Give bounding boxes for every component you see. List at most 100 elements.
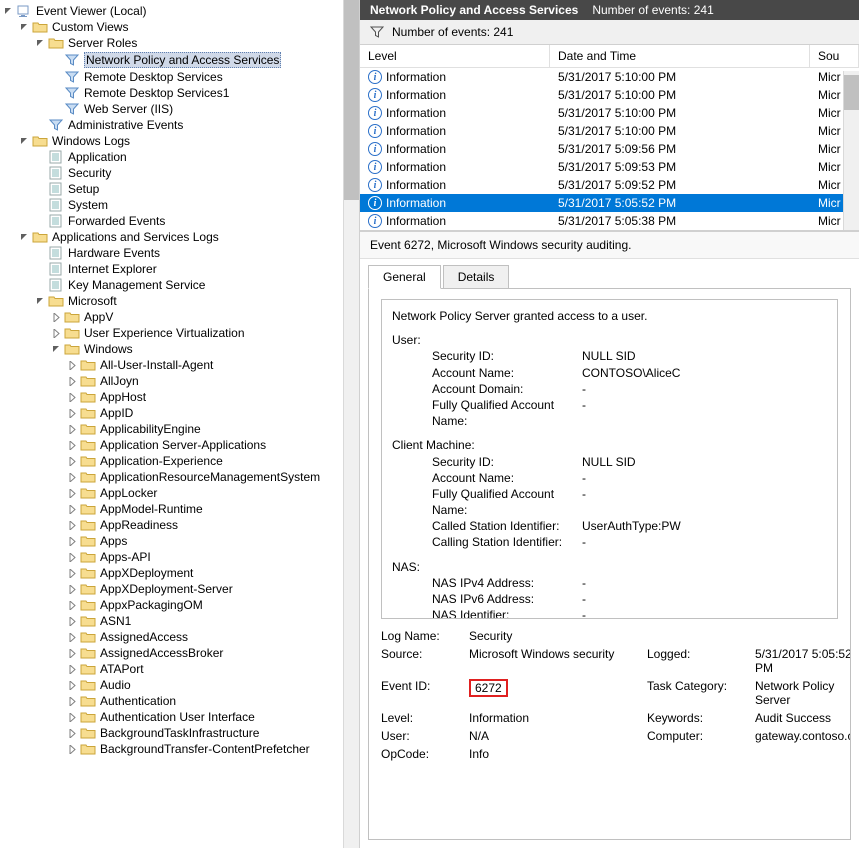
collapse-icon[interactable] — [34, 37, 46, 49]
tree-item[interactable]: Key Management Service — [0, 277, 359, 293]
tree-item[interactable]: Web Server (IIS) — [0, 101, 359, 117]
tree-item[interactable]: Forwarded Events — [0, 213, 359, 229]
event-grid[interactable]: Level Date and Time Sou iInformation5/31… — [360, 45, 859, 231]
expand-icon[interactable] — [66, 647, 78, 659]
tree-item[interactable]: Hardware Events — [0, 245, 359, 261]
column-header-date[interactable]: Date and Time — [550, 45, 810, 67]
tree-item[interactable]: AppV — [0, 309, 359, 325]
tree-item[interactable]: Server Roles — [0, 35, 359, 51]
tree-item[interactable]: AllJoyn — [0, 373, 359, 389]
tree-item[interactable]: BackgroundTransfer-ContentPrefetcher — [0, 741, 359, 757]
scrollbar-thumb[interactable] — [844, 75, 859, 110]
tree-item[interactable]: ApplicationResourceManagementSystem — [0, 469, 359, 485]
tab-details[interactable]: Details — [443, 265, 510, 289]
tab-general[interactable]: General — [368, 265, 441, 289]
expand-icon[interactable] — [66, 615, 78, 627]
tree-item[interactable]: AppModel-Runtime — [0, 501, 359, 517]
event-row[interactable]: iInformation5/31/2017 5:05:38 PMMicr — [360, 212, 859, 230]
scrollbar-thumb[interactable] — [344, 0, 359, 200]
expand-icon[interactable] — [66, 391, 78, 403]
collapse-icon[interactable] — [18, 135, 30, 147]
tree-item[interactable]: AppXDeployment-Server — [0, 581, 359, 597]
collapse-icon[interactable] — [18, 231, 30, 243]
column-header-source[interactable]: Sou — [810, 45, 859, 67]
tree-item[interactable]: Windows — [0, 341, 359, 357]
expand-icon[interactable] — [66, 471, 78, 483]
tree-item[interactable]: BackgroundTaskInfrastructure — [0, 725, 359, 741]
collapse-icon[interactable] — [34, 295, 46, 307]
tree-item[interactable]: Authentication User Interface — [0, 709, 359, 725]
expand-icon[interactable] — [66, 487, 78, 499]
tree-item[interactable]: System — [0, 197, 359, 213]
tree-item[interactable]: Event Viewer (Local) — [0, 3, 359, 19]
navigation-tree[interactable]: Event Viewer (Local)Custom ViewsServer R… — [0, 0, 360, 848]
tree-item[interactable]: Setup — [0, 181, 359, 197]
expand-icon[interactable] — [66, 439, 78, 451]
tree-item[interactable]: Applications and Services Logs — [0, 229, 359, 245]
expand-icon[interactable] — [66, 743, 78, 755]
tree-item[interactable]: Network Policy and Access Services — [0, 51, 359, 69]
column-header-level[interactable]: Level — [360, 45, 550, 67]
tree-item[interactable]: AppID — [0, 405, 359, 421]
tree-item[interactable]: Application — [0, 149, 359, 165]
tree-item[interactable]: Internet Explorer — [0, 261, 359, 277]
expand-icon[interactable] — [66, 663, 78, 675]
tree-item[interactable]: Audio — [0, 677, 359, 693]
tree-item[interactable]: Security — [0, 165, 359, 181]
tree-item[interactable]: ASN1 — [0, 613, 359, 629]
expand-icon[interactable] — [66, 535, 78, 547]
tree-item[interactable]: Apps — [0, 533, 359, 549]
expand-icon[interactable] — [66, 583, 78, 595]
tree-item[interactable]: AppLocker — [0, 485, 359, 501]
event-row[interactable]: iInformation5/31/2017 5:09:52 PMMicr — [360, 176, 859, 194]
tree-item[interactable]: AppXDeployment — [0, 565, 359, 581]
tree-item[interactable]: ApplicabilityEngine — [0, 421, 359, 437]
grid-scrollbar[interactable] — [843, 71, 859, 230]
tree-item[interactable]: ATAPort — [0, 661, 359, 677]
expand-icon[interactable] — [66, 375, 78, 387]
expand-icon[interactable] — [66, 503, 78, 515]
tree-item[interactable]: Remote Desktop Services1 — [0, 85, 359, 101]
tree-item[interactable]: AppxPackagingOM — [0, 597, 359, 613]
event-row[interactable]: iInformation5/31/2017 5:10:00 PMMicr — [360, 122, 859, 140]
collapse-icon[interactable] — [50, 343, 62, 355]
event-row[interactable]: iInformation5/31/2017 5:10:00 PMMicr — [360, 86, 859, 104]
expand-icon[interactable] — [66, 695, 78, 707]
tree-item[interactable]: Application-Experience — [0, 453, 359, 469]
event-row[interactable]: iInformation5/31/2017 5:09:53 PMMicr — [360, 158, 859, 176]
event-row[interactable]: iInformation5/31/2017 5:10:00 PMMicr — [360, 68, 859, 86]
expand-icon[interactable] — [66, 711, 78, 723]
event-row[interactable]: iInformation5/31/2017 5:10:00 PMMicr — [360, 104, 859, 122]
expand-icon[interactable] — [66, 631, 78, 643]
event-row[interactable]: iInformation5/31/2017 5:09:56 PMMicr — [360, 140, 859, 158]
collapse-icon[interactable] — [18, 21, 30, 33]
tree-item[interactable]: Application Server-Applications — [0, 437, 359, 453]
expand-icon[interactable] — [66, 519, 78, 531]
expand-icon[interactable] — [50, 311, 62, 323]
expand-icon[interactable] — [66, 567, 78, 579]
tree-scrollbar[interactable] — [343, 0, 359, 848]
tree-item[interactable]: Authentication — [0, 693, 359, 709]
expand-icon[interactable] — [66, 455, 78, 467]
expand-icon[interactable] — [66, 727, 78, 739]
expand-icon[interactable] — [66, 551, 78, 563]
collapse-icon[interactable] — [2, 5, 14, 17]
expand-icon[interactable] — [66, 599, 78, 611]
tree-item[interactable]: AppHost — [0, 389, 359, 405]
expand-icon[interactable] — [66, 423, 78, 435]
event-row[interactable]: iInformation5/31/2017 5:05:52 PMMicr — [360, 194, 859, 212]
tree-item[interactable]: Custom Views — [0, 19, 359, 35]
event-description[interactable]: Network Policy Server granted access to … — [381, 299, 838, 619]
tree-item[interactable]: Remote Desktop Services — [0, 69, 359, 85]
expand-icon[interactable] — [50, 327, 62, 339]
tree-item[interactable]: Administrative Events — [0, 117, 359, 133]
expand-icon[interactable] — [66, 359, 78, 371]
tree-item[interactable]: Windows Logs — [0, 133, 359, 149]
expand-icon[interactable] — [66, 679, 78, 691]
expand-icon[interactable] — [66, 407, 78, 419]
tree-item[interactable]: All-User-Install-Agent — [0, 357, 359, 373]
tree-item[interactable]: User Experience Virtualization — [0, 325, 359, 341]
grid-header[interactable]: Level Date and Time Sou — [360, 45, 859, 68]
tree-item[interactable]: AssignedAccessBroker — [0, 645, 359, 661]
tree-item[interactable]: Apps-API — [0, 549, 359, 565]
